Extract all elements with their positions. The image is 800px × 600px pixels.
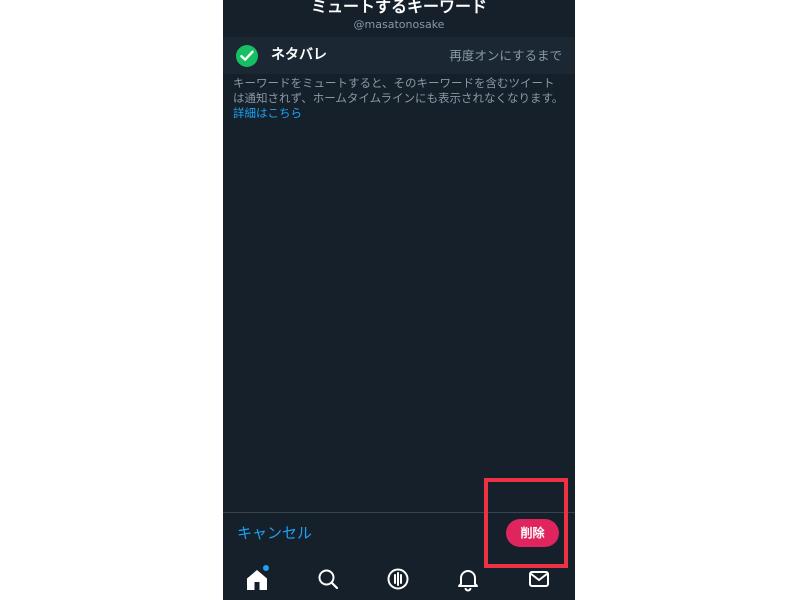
cancel-button[interactable]: キャンセル (237, 523, 312, 543)
tab-notifications[interactable] (455, 566, 481, 592)
divider (223, 512, 575, 513)
bell-icon (458, 570, 478, 592)
keyword-label: ネタバレ (271, 47, 327, 63)
description-text: キーワードをミュートすると、そのキーワードを含むツイートは通知されず、ホームタイ… (233, 76, 564, 105)
check-icon[interactable] (236, 45, 258, 67)
header: ミュートするキーワード @masatonosake (223, 0, 575, 36)
tab-messages[interactable] (526, 566, 552, 592)
phone-screen: ミュートするキーワード @masatonosake ネタバレ 再度オンにするまで… (223, 0, 575, 600)
home-badge-dot (263, 565, 269, 571)
page-title: ミュートするキーワード (310, 0, 487, 16)
mail-icon (529, 571, 549, 587)
tab-spaces[interactable] (385, 566, 411, 592)
muted-keyword-row[interactable]: ネタバレ 再度オンにするまで (223, 37, 575, 74)
delete-button[interactable]: 削除 (506, 519, 559, 547)
tab-bar (223, 558, 575, 600)
search-icon (318, 569, 339, 590)
spaces-icon (387, 568, 409, 590)
account-handle: @masatonosake (353, 18, 445, 31)
learn-more-link[interactable]: 詳細はこちら (233, 106, 302, 120)
mute-duration: 再度オンにするまで (449, 48, 562, 63)
tab-search[interactable] (315, 566, 341, 592)
description: キーワードをミュートすると、そのキーワードを含むツイートは通知されず、ホームタイ… (233, 76, 565, 121)
